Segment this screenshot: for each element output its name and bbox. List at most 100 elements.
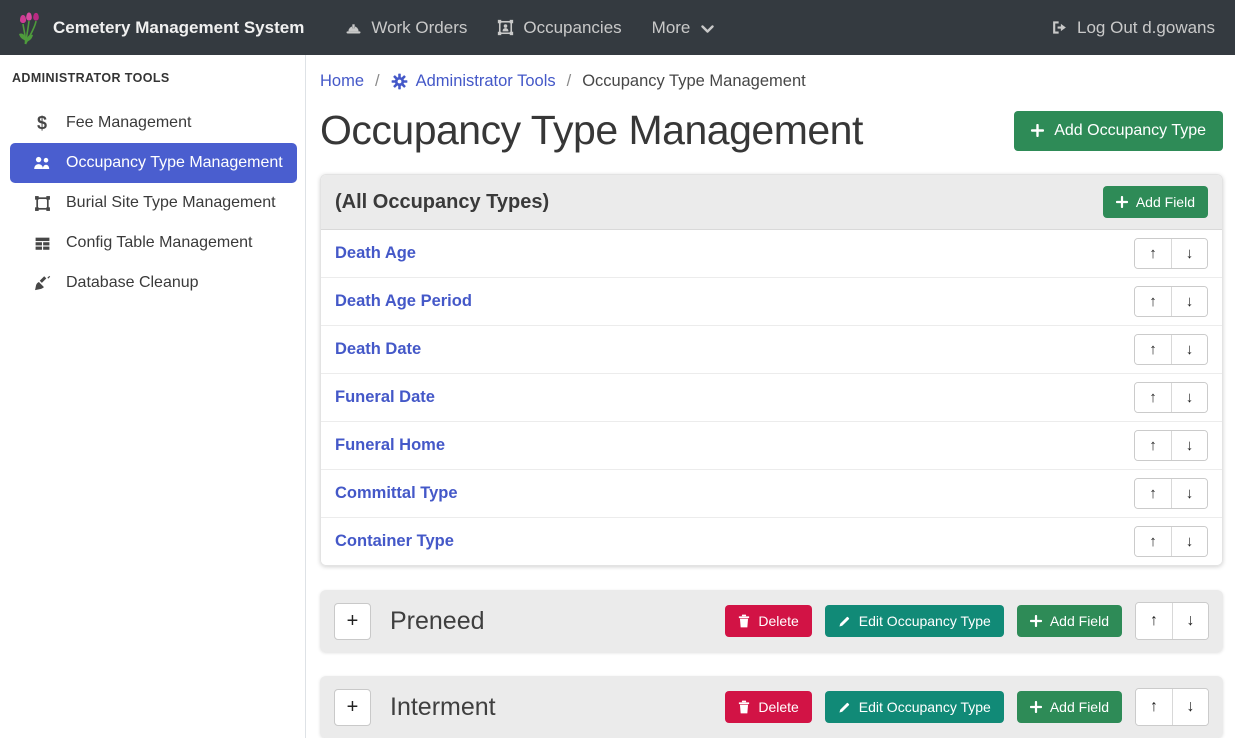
down-arrow-icon: ↓ (1186, 341, 1194, 358)
section-add-field-label: Add Field (1050, 613, 1109, 629)
move-up-button[interactable]: ↑ (1135, 287, 1171, 316)
field-link[interactable]: Funeral Home (335, 436, 445, 455)
breadcrumb-admin-tools-link[interactable]: Administrator Tools (391, 72, 556, 91)
field-reorder-group: ↑ ↓ (1134, 334, 1208, 365)
field-reorder-group: ↑ ↓ (1134, 286, 1208, 317)
move-up-button[interactable]: ↑ (1136, 603, 1172, 639)
sidebar-heading: ADMINISTRATOR TOOLS (12, 71, 305, 85)
main-layout: ADMINISTRATOR TOOLS $ Fee Management Occ… (0, 55, 1235, 738)
add-occupancy-type-button[interactable]: Add Occupancy Type (1014, 111, 1223, 151)
field-list: Death Age ↑ ↓ Death Age Period ↑ ↓ Death… (321, 230, 1222, 565)
field-link[interactable]: Committal Type (335, 484, 458, 503)
move-down-button[interactable]: ↓ (1171, 239, 1207, 268)
trash-icon (738, 614, 750, 628)
section-reorder-group: ↑ ↓ (1135, 688, 1209, 726)
sidebar-item-config-table-management[interactable]: Config Table Management (10, 223, 297, 263)
sidebar-item-label: Occupancy Type Management (66, 154, 283, 172)
section-actions: Delete Edit Occupancy Type Add Field ↑ ↓ (725, 688, 1209, 726)
field-link[interactable]: Death Date (335, 340, 421, 359)
move-down-button[interactable]: ↓ (1171, 335, 1207, 364)
section-add-field-button[interactable]: Add Field (1017, 691, 1122, 723)
occupant-frame-icon (497, 19, 514, 36)
up-arrow-icon: ↑ (1149, 389, 1157, 406)
main-content: Home / (306, 55, 1235, 738)
edit-occupancy-type-button[interactable]: Edit Occupancy Type (825, 605, 1004, 637)
breadcrumb: Home / (320, 72, 1223, 91)
down-arrow-icon: ↓ (1186, 437, 1194, 454)
tulip-logo-icon (16, 11, 42, 45)
add-occupancy-type-label: Add Occupancy Type (1054, 122, 1206, 140)
field-reorder-group: ↑ ↓ (1134, 526, 1208, 557)
sidebar: ADMINISTRATOR TOOLS $ Fee Management Occ… (0, 55, 306, 738)
move-down-button[interactable]: ↓ (1172, 689, 1208, 725)
move-up-button[interactable]: ↑ (1135, 383, 1171, 412)
delete-occupancy-type-button[interactable]: Delete (725, 605, 811, 637)
sidebar-item-burial-site-type-management[interactable]: Burial Site Type Management (10, 183, 297, 223)
gear-icon (391, 73, 408, 90)
move-down-button[interactable]: ↓ (1171, 527, 1207, 556)
move-down-button[interactable]: ↓ (1171, 383, 1207, 412)
expand-plus-icon: + (347, 610, 359, 633)
breadcrumb-home-link[interactable]: Home (320, 72, 364, 91)
dollar-icon: $ (31, 113, 53, 134)
up-arrow-icon: ↑ (1150, 698, 1158, 716)
nav-occupancies-label: Occupancies (523, 18, 621, 38)
move-up-button[interactable]: ↑ (1135, 479, 1171, 508)
sidebar-item-label: Fee Management (66, 114, 191, 132)
move-up-button[interactable]: ↑ (1136, 689, 1172, 725)
panel-add-field-button[interactable]: Add Field (1103, 186, 1208, 218)
sidebar-item-fee-management[interactable]: $ Fee Management (10, 103, 297, 143)
move-up-button[interactable]: ↑ (1135, 527, 1171, 556)
move-down-button[interactable]: ↓ (1172, 603, 1208, 639)
down-arrow-icon: ↓ (1186, 389, 1194, 406)
move-up-button[interactable]: ↑ (1135, 431, 1171, 460)
field-row: Death Date ↑ ↓ (321, 325, 1222, 373)
down-arrow-icon: ↓ (1186, 293, 1194, 310)
field-link[interactable]: Container Type (335, 532, 454, 551)
section-reorder-group: ↑ ↓ (1135, 602, 1209, 640)
pencil-icon (838, 615, 851, 628)
logout-link[interactable]: Log Out d.gowans (1051, 18, 1215, 38)
field-link[interactable]: Death Age Period (335, 292, 472, 311)
move-down-button[interactable]: ↓ (1171, 431, 1207, 460)
delete-occupancy-type-button[interactable]: Delete (725, 691, 811, 723)
down-arrow-icon: ↓ (1187, 612, 1195, 630)
field-link[interactable]: Death Age (335, 244, 416, 263)
plus-icon (1030, 701, 1042, 713)
app-brand[interactable]: Cemetery Management System (16, 11, 304, 45)
nav-occupancies[interactable]: Occupancies (497, 18, 621, 38)
section-list: + Preneed Delete Edit (320, 590, 1223, 738)
move-down-button[interactable]: ↓ (1171, 287, 1207, 316)
sidebar-item-database-cleanup[interactable]: Database Cleanup (10, 263, 297, 303)
section-add-field-button[interactable]: Add Field (1017, 605, 1122, 637)
top-navbar: Cemetery Management System Work Orders (0, 0, 1235, 55)
hard-hat-icon (345, 19, 362, 36)
field-reorder-group: ↑ ↓ (1134, 478, 1208, 509)
up-arrow-icon: ↑ (1150, 612, 1158, 630)
up-arrow-icon: ↑ (1149, 533, 1157, 550)
broom-icon (31, 275, 53, 292)
move-up-button[interactable]: ↑ (1135, 335, 1171, 364)
nav-more-label: More (652, 18, 691, 38)
down-arrow-icon: ↓ (1187, 698, 1195, 716)
field-link[interactable]: Funeral Date (335, 388, 435, 407)
nav-more[interactable]: More (652, 18, 715, 38)
section-add-field-label: Add Field (1050, 699, 1109, 715)
vector-square-icon (31, 195, 53, 212)
nav-work-orders[interactable]: Work Orders (345, 18, 467, 38)
move-down-button[interactable]: ↓ (1171, 479, 1207, 508)
move-up-button[interactable]: ↑ (1135, 239, 1171, 268)
expand-section-button[interactable]: + (334, 603, 371, 640)
up-arrow-icon: ↑ (1149, 293, 1157, 310)
section-title: Interment (390, 693, 496, 722)
down-arrow-icon: ↓ (1186, 533, 1194, 550)
all-occupancy-types-panel: (All Occupancy Types) Add Field Death Ag… (320, 174, 1223, 566)
plus-icon (1031, 124, 1044, 137)
sidebar-item-label: Config Table Management (66, 234, 253, 252)
field-row: Death Age ↑ ↓ (321, 230, 1222, 277)
sidebar-item-occupancy-type-management[interactable]: Occupancy Type Management (10, 143, 297, 183)
field-row: Death Age Period ↑ ↓ (321, 277, 1222, 325)
expand-plus-icon: + (347, 696, 359, 719)
edit-occupancy-type-button[interactable]: Edit Occupancy Type (825, 691, 1004, 723)
expand-section-button[interactable]: + (334, 689, 371, 726)
